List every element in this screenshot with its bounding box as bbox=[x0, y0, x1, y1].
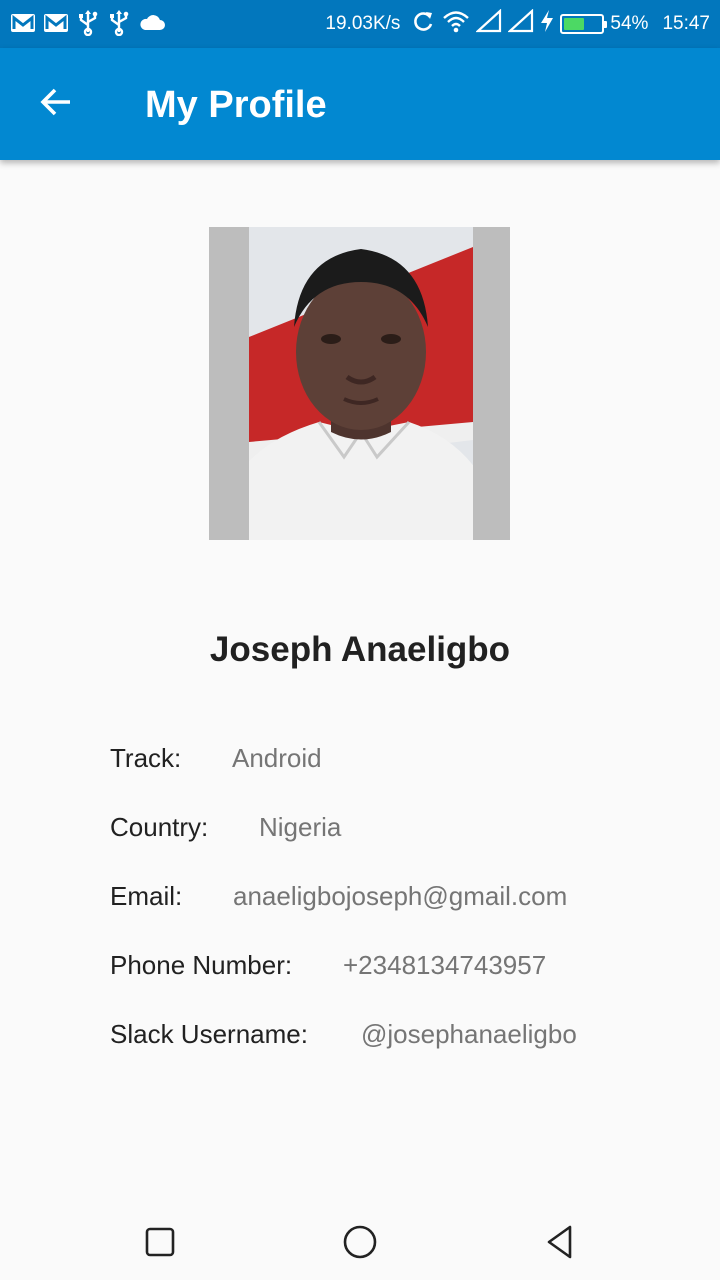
navigation-bar bbox=[0, 1206, 720, 1280]
battery-percent: 54% bbox=[610, 13, 649, 34]
battery-icon bbox=[560, 14, 608, 34]
signal-icon bbox=[507, 8, 534, 39]
profile-photo-image bbox=[249, 227, 473, 540]
network-speed: 19.03K/s bbox=[325, 13, 401, 34]
arrow-back-icon bbox=[38, 84, 74, 125]
track-label: Track: bbox=[110, 743, 182, 773]
track-value: Android bbox=[232, 743, 322, 773]
clock: 15:47 bbox=[662, 13, 710, 34]
signal-icon bbox=[475, 8, 502, 39]
system-status: 19.03K/s 54% 15:47 bbox=[325, 0, 710, 48]
recents-icon bbox=[144, 1226, 176, 1263]
back-button[interactable] bbox=[24, 74, 88, 134]
home-button[interactable] bbox=[338, 1222, 382, 1266]
page-title: My Profile bbox=[145, 84, 327, 126]
usb-icon bbox=[107, 10, 131, 41]
home-icon bbox=[342, 1224, 378, 1265]
back-icon bbox=[544, 1224, 576, 1265]
status-bar: 19.03K/s 54% 15:47 bbox=[0, 0, 720, 48]
country-label: Country: bbox=[110, 812, 209, 842]
slack-value: @josephanaeligbo bbox=[361, 1019, 577, 1049]
battery-level bbox=[564, 18, 584, 30]
recents-button[interactable] bbox=[138, 1222, 182, 1266]
app-bar: My Profile bbox=[0, 48, 720, 160]
phone-value: +2348134743957 bbox=[343, 950, 547, 980]
notification-icons bbox=[10, 10, 166, 41]
wifi-icon bbox=[442, 9, 470, 39]
charging-icon bbox=[540, 9, 554, 39]
usb-icon bbox=[76, 10, 100, 41]
country-value: Nigeria bbox=[259, 812, 342, 842]
slack-label: Slack Username: bbox=[110, 1019, 308, 1049]
gmail-icon bbox=[10, 11, 36, 40]
phone-label: Phone Number: bbox=[110, 950, 293, 980]
profile-photo bbox=[209, 227, 510, 540]
email-label: Email: bbox=[110, 881, 183, 911]
profile-name: Joseph Anaeligbo bbox=[209, 630, 511, 669]
gmail-icon bbox=[43, 11, 69, 40]
sync-icon bbox=[412, 9, 436, 39]
email-value: anaeligbojoseph@gmail.com bbox=[233, 881, 568, 911]
cloud-icon bbox=[138, 11, 166, 40]
back-nav-button[interactable] bbox=[538, 1222, 582, 1266]
